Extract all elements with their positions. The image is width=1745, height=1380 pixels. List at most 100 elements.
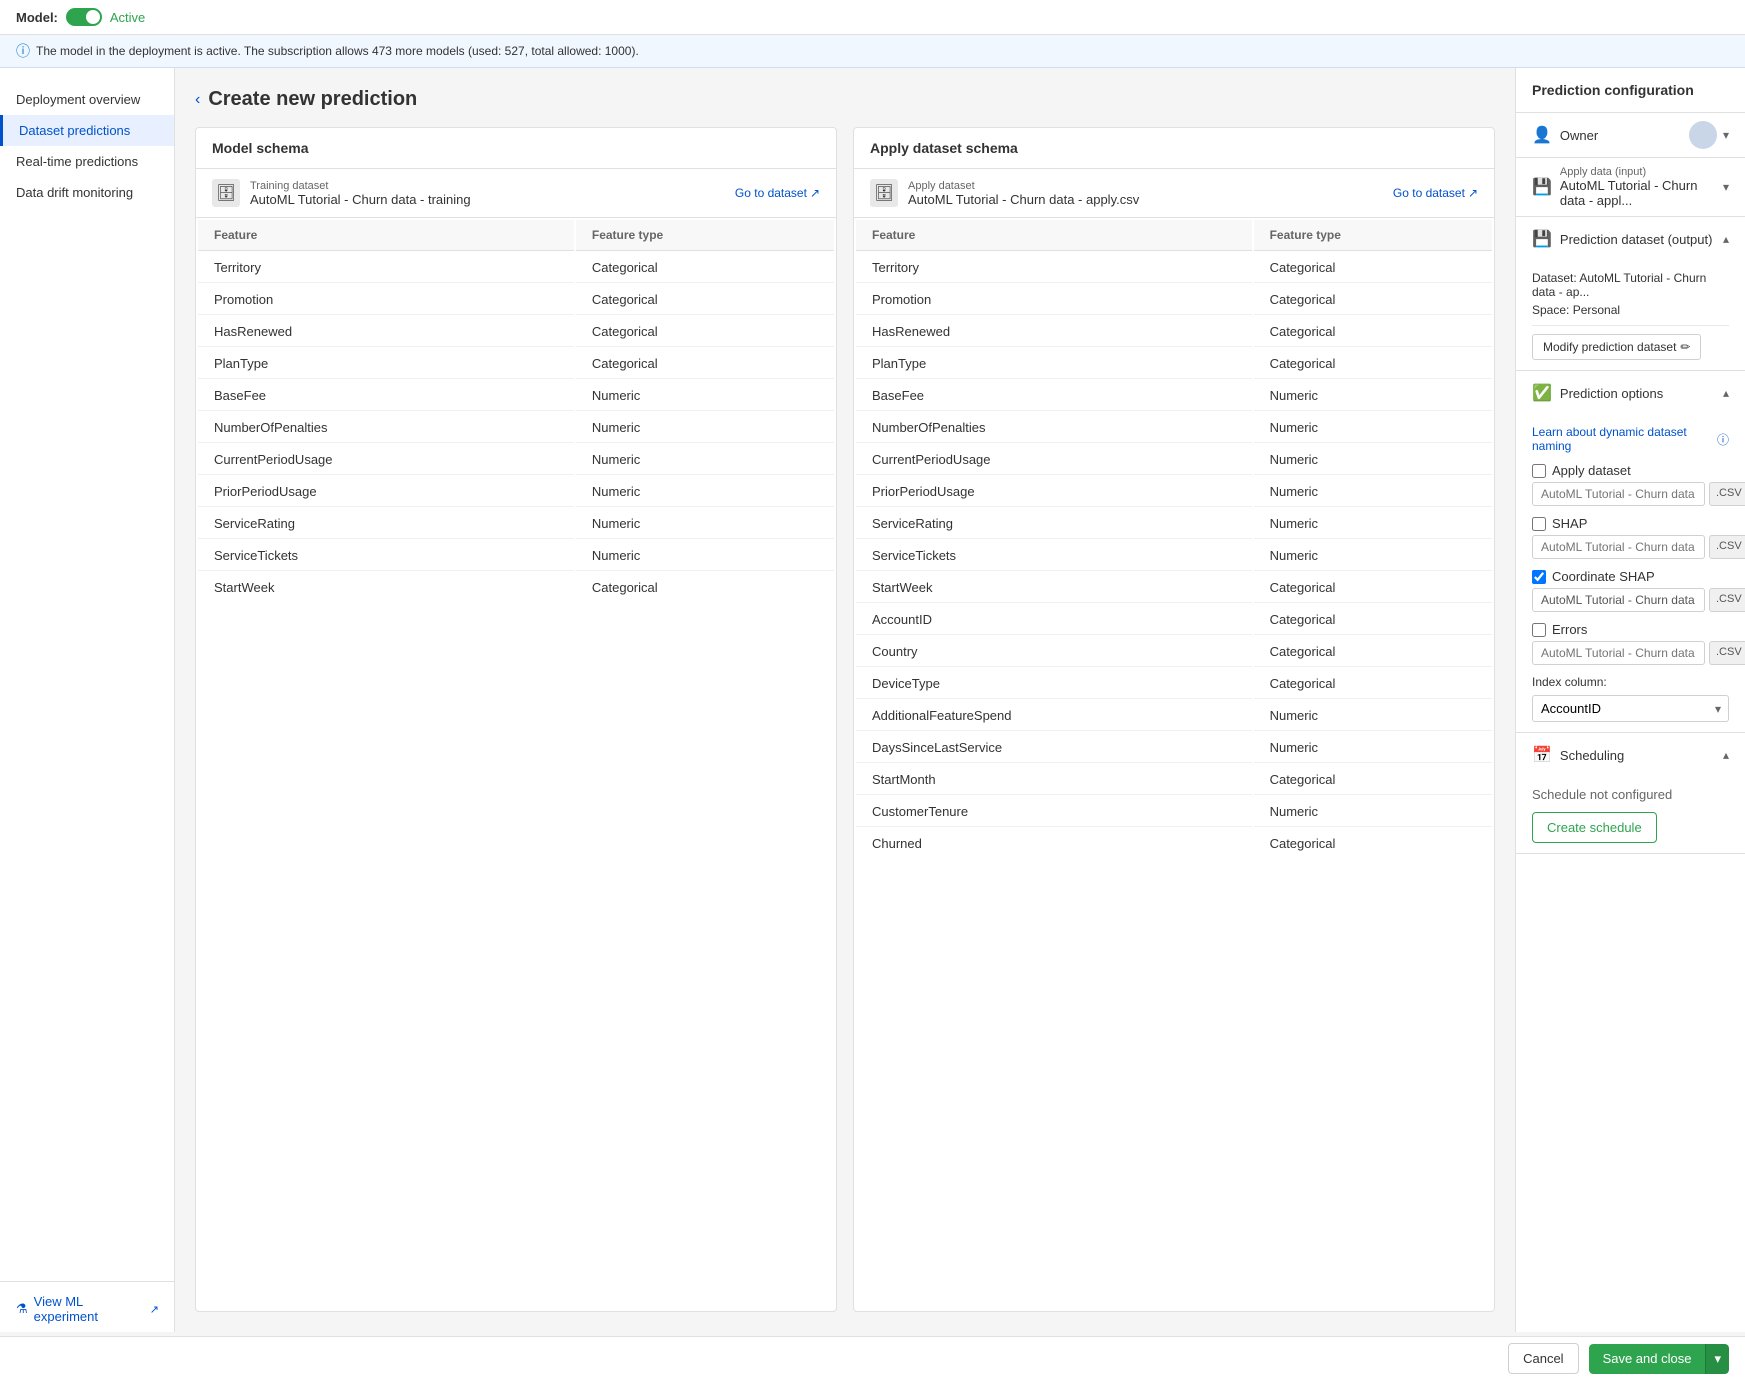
apply-schema-panel: Apply dataset schema 🗄 Apply dataset Aut… (853, 127, 1495, 1312)
prediction-options-section: ✅ Prediction options ▴ Learn about dynam… (1516, 371, 1745, 733)
model-toggle[interactable] (66, 8, 102, 26)
apply-dataset-details: Apply dataset AutoML Tutorial - Churn da… (908, 180, 1139, 207)
index-column-wrapper: AccountID (1532, 695, 1729, 722)
errors-checkbox-row: Errors (1532, 622, 1729, 637)
table-row: PriorPeriodUsageNumeric (856, 477, 1492, 507)
model-dataset-info: 🗄 Training dataset AutoML Tutorial - Chu… (196, 169, 836, 218)
model-dataset-label: Training dataset (250, 180, 471, 192)
table-row: BaseFeeNumeric (856, 381, 1492, 411)
prediction-output-section: 💾 Prediction dataset (output) ▴ Dataset:… (1516, 217, 1745, 371)
config-panel: Prediction configuration 👤 Owner ▾ 💾 (1515, 68, 1745, 1332)
table-row: StartMonthCategorical (856, 765, 1492, 795)
external-link-icon2: ↗ (1468, 186, 1478, 200)
table-row: ServiceRatingNumeric (198, 509, 834, 539)
save-close-dropdown-button[interactable]: ▾ (1705, 1344, 1729, 1374)
coord-shap-checkbox-row: Coordinate SHAP (1532, 569, 1729, 584)
index-column-select[interactable]: AccountID (1532, 695, 1729, 722)
table-row: ServiceTicketsNumeric (198, 541, 834, 571)
table-row: BaseFeeNumeric (198, 381, 834, 411)
errors-input[interactable] (1532, 641, 1705, 665)
errors-option: Errors .CSV (1532, 622, 1729, 665)
schedule-status: Schedule not configured (1532, 787, 1729, 802)
owner-label: Owner (1560, 128, 1598, 143)
scheduling-chevron[interactable]: ▴ (1723, 748, 1729, 762)
apply-dataset-label: Apply dataset (908, 180, 1139, 192)
learn-link[interactable]: Learn about dynamic dataset naming ⓘ (1532, 425, 1729, 453)
create-schedule-button[interactable]: Create schedule (1532, 812, 1657, 843)
sidebar-item-deployment-overview[interactable]: Deployment overview (0, 84, 174, 115)
prediction-options-header[interactable]: ✅ Prediction options ▴ (1516, 371, 1745, 415)
table-row: CustomerTenureNumeric (856, 797, 1492, 827)
modify-prediction-btn[interactable]: Modify prediction dataset ✏ (1532, 334, 1701, 360)
apply-dataset-option: Apply dataset .CSV (1532, 463, 1729, 506)
sidebar-item-data-drift[interactable]: Data drift monitoring (0, 177, 174, 208)
table-row: TerritoryCategorical (856, 253, 1492, 283)
table-row: PromotionCategorical (856, 285, 1492, 315)
prediction-output-header[interactable]: 💾 Prediction dataset (output) ▴ (1516, 217, 1745, 261)
edit-icon: ✏ (1680, 340, 1690, 354)
options-label: Prediction options (1560, 386, 1663, 401)
config-title: Prediction configuration (1516, 68, 1745, 113)
info-text: The model in the deployment is active. T… (36, 44, 639, 58)
external-link-icon: ↗ (150, 1303, 159, 1316)
owner-chevron[interactable]: ▾ (1723, 128, 1729, 142)
table-row: NumberOfPenaltiesNumeric (856, 413, 1492, 443)
apply-data-value: AutoML Tutorial - Churn data - appl... (1560, 178, 1723, 208)
scheduling-label: Scheduling (1560, 748, 1624, 763)
model-feature-table: Feature Feature type TerritoryCategorica… (196, 218, 836, 604)
table-row: HasRenewedCategorical (856, 317, 1492, 347)
shap-option: SHAP .CSV (1532, 516, 1729, 559)
coord-shap-option: Coordinate SHAP .CSV (1532, 569, 1729, 612)
owner-left: 👤 Owner (1532, 125, 1598, 145)
sidebar-item-realtime-predictions[interactable]: Real-time predictions (0, 146, 174, 177)
index-column-section: Index column: AccountID (1532, 675, 1729, 722)
sidebar-item-dataset-predictions[interactable]: Dataset predictions (0, 115, 174, 146)
apply-dataset-input[interactable] (1532, 482, 1705, 506)
model-dataset-left: 🗄 Training dataset AutoML Tutorial - Chu… (212, 179, 471, 207)
table-row: PriorPeriodUsageNumeric (198, 477, 834, 507)
view-ml-experiment-link[interactable]: ⚗ View ML experiment ↗ (0, 1281, 175, 1336)
model-col-type: Feature type (576, 220, 834, 251)
apply-feature-table: Feature Feature type TerritoryCategorica… (854, 218, 1494, 860)
apply-data-row: 💾 Apply data (input) AutoML Tutorial - C… (1516, 158, 1745, 216)
shap-input[interactable] (1532, 535, 1705, 559)
table-row: AdditionalFeatureSpendNumeric (856, 701, 1492, 731)
coord-shap-input[interactable] (1532, 588, 1705, 612)
model-label: Model: (16, 10, 58, 25)
model-goto-link[interactable]: Go to dataset ↗ (735, 186, 820, 200)
cancel-button[interactable]: Cancel (1508, 1343, 1578, 1374)
table-row: PlanTypeCategorical (856, 349, 1492, 379)
output-body: Dataset: AutoML Tutorial - Churn data - … (1516, 261, 1745, 370)
apply-data-icon: 💾 (1532, 177, 1552, 197)
options-icon: ✅ (1532, 383, 1552, 403)
shap-checkbox[interactable] (1532, 517, 1546, 531)
apply-data-chevron[interactable]: ▾ (1723, 180, 1729, 194)
output-chevron[interactable]: ▴ (1723, 232, 1729, 246)
table-row: AccountIDCategorical (856, 605, 1492, 635)
flask-icon: ⚗ (16, 1301, 28, 1317)
model-col-feature: Feature (198, 220, 574, 251)
apply-dataset-option-label: Apply dataset (1552, 463, 1631, 478)
apply-goto-link[interactable]: Go to dataset ↗ (1393, 186, 1478, 200)
model-dataset-icon: 🗄 (212, 179, 240, 207)
table-row: HasRenewedCategorical (198, 317, 834, 347)
coord-shap-label: Coordinate SHAP (1552, 569, 1655, 584)
back-button[interactable]: ‹ (195, 91, 200, 109)
shap-checkbox-row: SHAP (1532, 516, 1729, 531)
coord-shap-csv: .CSV (1709, 588, 1745, 612)
apply-dataset-checkbox[interactable] (1532, 464, 1546, 478)
output-space-text: Space: Personal (1532, 303, 1729, 317)
save-close-button[interactable]: Save and close (1589, 1344, 1706, 1374)
model-dataset-name: AutoML Tutorial - Churn data - training (250, 192, 471, 207)
scheduling-header[interactable]: 📅 Scheduling ▴ (1516, 733, 1745, 777)
bottom-bar: Cancel Save and close ▾ (0, 1336, 1745, 1380)
coord-shap-input-row: .CSV (1532, 588, 1729, 612)
errors-checkbox[interactable] (1532, 623, 1546, 637)
table-row: CurrentPeriodUsageNumeric (856, 445, 1492, 475)
active-badge: Active (110, 10, 145, 25)
options-chevron[interactable]: ▴ (1723, 386, 1729, 400)
sidebar: Deployment overview Dataset predictions … (0, 68, 175, 1332)
coord-shap-checkbox[interactable] (1532, 570, 1546, 584)
apply-data-section: 💾 Apply data (input) AutoML Tutorial - C… (1516, 158, 1745, 217)
main-layout: Deployment overview Dataset predictions … (0, 68, 1745, 1332)
